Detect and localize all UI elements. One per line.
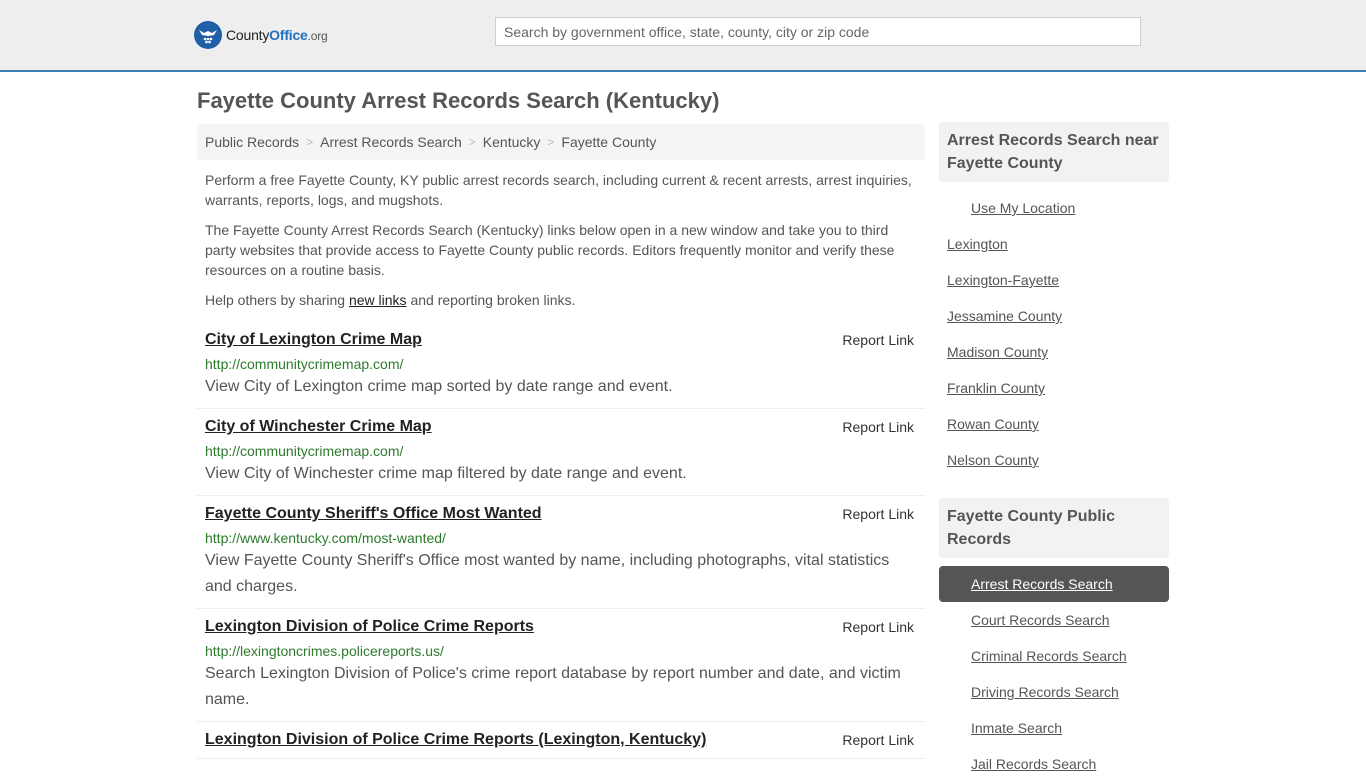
new-links-link[interactable]: new links [349,292,407,308]
intro-text: Perform a free Fayette County, KY public… [197,170,925,310]
nearby-heading: Arrest Records Search near Fayette Count… [939,122,1169,182]
logo-text-office: Office [269,27,308,43]
nearby-item: Rowan County [939,406,1169,442]
logo-text-org: .org [307,29,328,43]
logo-wordmark: CountyOffice.org [226,27,328,43]
eagle-stars-logo-icon [194,21,222,49]
listing-url: http://lexingtoncrimes.policereports.us/ [205,643,444,659]
report-link-button[interactable]: Report Link [842,418,914,436]
listing-description: View City of Lexington crime map sorted … [205,378,673,395]
nearby-item: Jessamine County [939,298,1169,334]
resource-listings: City of Lexington Crime Map Report Link … [197,322,925,759]
use-my-location-link[interactable]: Use My Location [971,200,1075,216]
nearby-item: Madison County [939,334,1169,370]
share-text-before: Help others by sharing [205,292,349,308]
nearby-item: Nelson County [939,442,1169,478]
breadcrumb-kentucky[interactable]: Kentucky [483,134,541,150]
public-link-court-records-search[interactable]: Court Records Search [971,612,1110,628]
intro-paragraph: Perform a free Fayette County, KY public… [205,172,912,208]
listing-url: http://www.kentucky.com/most-wanted/ [205,530,446,546]
listing-title-link[interactable]: Fayette County Sheriff's Office Most Wan… [205,504,542,524]
public-records-item: Criminal Records Search [939,638,1169,674]
nearby-link-nelson-county[interactable]: Nelson County [947,452,1039,468]
nearby-item: Lexington-Fayette [939,262,1169,298]
breadcrumb: Public Records > Arrest Records Search >… [197,124,925,160]
listing-title-link[interactable]: City of Winchester Crime Map [205,417,432,437]
logo-text-county: County [226,27,270,43]
listing-title-link[interactable]: Lexington Division of Police Crime Repor… [205,617,534,637]
report-link-button[interactable]: Report Link [842,331,914,349]
breadcrumb-fayette-county[interactable]: Fayette County [561,134,656,150]
listing-description: View Fayette County Sheriff's Office mos… [205,552,890,595]
nearby-list: Use My Location Lexington Lexington-Faye… [939,190,1169,478]
public-link-jail-records-search[interactable]: Jail Records Search [971,756,1096,772]
intro-paragraph-share: Help others by sharing new links and rep… [205,290,917,310]
share-text-after: and reporting broken links. [406,292,576,308]
breadcrumb-arrest-records-search[interactable]: Arrest Records Search [320,134,462,150]
listing-url: http://communitycrimemap.com/ [205,443,404,459]
listing-title-link[interactable]: Lexington Division of Police Crime Repor… [205,730,706,750]
breadcrumb-separator: > [468,135,476,149]
intro-paragraph: The Fayette County Arrest Records Search… [205,222,895,278]
report-link-button[interactable]: Report Link [842,731,914,749]
use-my-location-item: Use My Location [939,190,1169,226]
listing-description: Search Lexington Division of Police's cr… [205,665,901,708]
listing-url: http://communitycrimemap.com/ [205,356,404,372]
listing-item: Fayette County Sheriff's Office Most Wan… [197,496,925,609]
breadcrumb-separator: > [306,135,314,149]
listing-description: View City of Winchester crime map filter… [205,465,687,482]
report-link-button[interactable]: Report Link [842,505,914,523]
listing-item: Lexington Division of Police Crime Repor… [197,609,925,722]
listing-title-link[interactable]: City of Lexington Crime Map [205,330,422,350]
nearby-item: Lexington [939,226,1169,262]
site-header: CountyOffice.org [0,0,1366,72]
site-logo[interactable]: CountyOffice.org [194,21,328,49]
nearby-link-madison-county[interactable]: Madison County [947,344,1048,360]
report-link-button[interactable]: Report Link [842,618,914,636]
nearby-link-rowan-county[interactable]: Rowan County [947,416,1039,432]
nearby-link-jessamine-county[interactable]: Jessamine County [947,308,1062,324]
nearby-link-lexington-fayette[interactable]: Lexington-Fayette [947,272,1059,288]
public-records-list: Arrest Records Search Court Records Sear… [939,566,1169,782]
public-records-item: Driving Records Search [939,674,1169,710]
breadcrumb-public-records[interactable]: Public Records [205,134,299,150]
breadcrumb-separator: > [547,135,555,149]
nearby-item: Franklin County [939,370,1169,406]
public-link-driving-records-search[interactable]: Driving Records Search [971,684,1119,700]
public-link-criminal-records-search[interactable]: Criminal Records Search [971,648,1127,664]
public-records-item: Jail Records Search [939,746,1169,782]
nearby-link-lexington[interactable]: Lexington [947,236,1008,252]
public-records-heading: Fayette County Public Records [939,498,1169,558]
nearby-link-franklin-county[interactable]: Franklin County [947,380,1045,396]
public-link-arrest-records-search[interactable]: Arrest Records Search [971,576,1113,592]
public-link-inmate-search[interactable]: Inmate Search [971,720,1062,736]
listing-item: City of Lexington Crime Map Report Link … [197,322,925,409]
listing-item: City of Winchester Crime Map Report Link… [197,409,925,496]
public-records-item-active: Arrest Records Search [939,566,1169,602]
listing-item: Lexington Division of Police Crime Repor… [197,722,925,759]
page-title: Fayette County Arrest Records Search (Ke… [197,88,720,113]
site-search-input[interactable] [495,17,1141,46]
sidebar: Arrest Records Search near Fayette Count… [939,122,1169,782]
public-records-item: Court Records Search [939,602,1169,638]
public-records-item: Inmate Search [939,710,1169,746]
main-content: Public Records > Arrest Records Search >… [197,124,925,759]
